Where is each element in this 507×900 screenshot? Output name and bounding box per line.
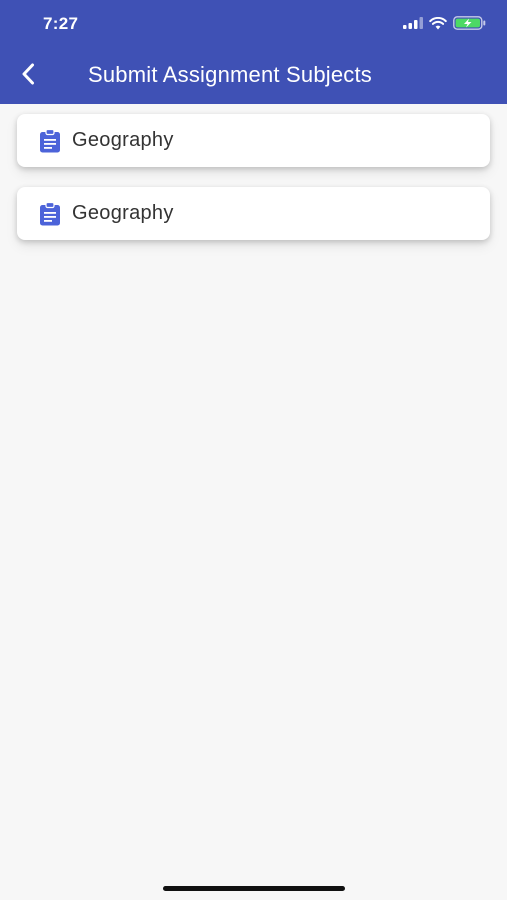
page-title: Submit Assignment Subjects bbox=[88, 62, 373, 87]
back-button[interactable] bbox=[12, 60, 44, 92]
home-indicator[interactable] bbox=[163, 886, 345, 891]
chevron-left-icon bbox=[21, 63, 35, 90]
status-time: 7:27 bbox=[43, 14, 79, 33]
battery-charging-icon bbox=[453, 16, 487, 30]
wifi-icon bbox=[429, 16, 447, 30]
signal-icon bbox=[403, 17, 423, 29]
subject-item-geography-2[interactable]: Geography bbox=[17, 187, 490, 240]
subject-label: Geography bbox=[72, 129, 174, 151]
status-icons bbox=[403, 16, 487, 30]
subject-item-geography-1[interactable]: Geography bbox=[17, 114, 490, 167]
clipboard-icon bbox=[38, 201, 62, 226]
subject-list: Geography Geography bbox=[17, 114, 490, 260]
subject-label: Geography bbox=[72, 202, 174, 224]
app-header: 7:27 Submit Assignment Subjects bbox=[0, 0, 507, 104]
clipboard-icon bbox=[38, 128, 62, 153]
